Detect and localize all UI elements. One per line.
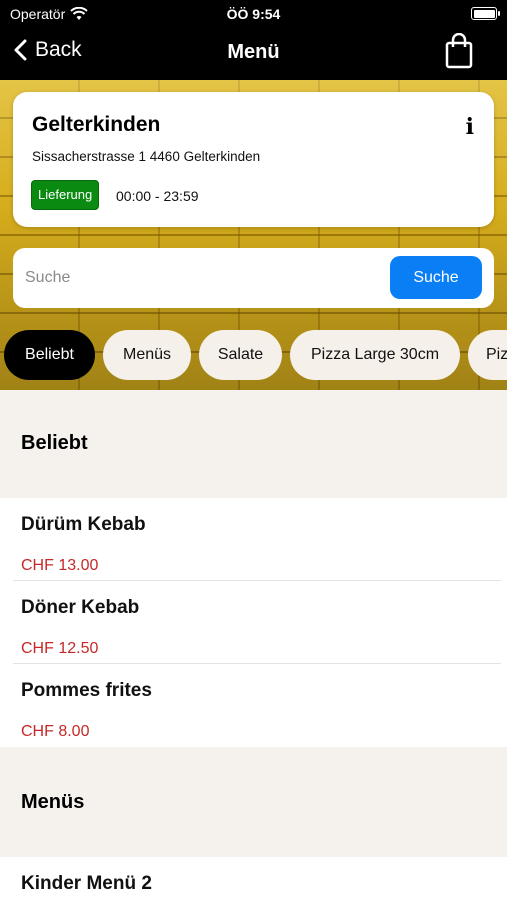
category-tab-beliebt[interactable]: Beliebt	[4, 330, 95, 380]
store-name: Gelterkinden	[32, 113, 161, 136]
category-tab-menus[interactable]: Menüs	[103, 330, 191, 380]
item-name: Pommes frites	[21, 680, 152, 701]
search-bar: Suche	[13, 248, 494, 308]
search-input[interactable]	[25, 260, 385, 296]
menu-item[interactable]: Pommes frites CHF 8.00	[0, 664, 507, 747]
shopping-bag-icon	[445, 32, 473, 69]
item-price: CHF 8.00	[21, 723, 90, 740]
cart-button[interactable]	[445, 32, 473, 74]
category-tab-pizza-large[interactable]: Pizza Large 30cm	[290, 330, 460, 380]
clock: ÖÖ 9:54	[226, 6, 281, 22]
category-tab-pizza[interactable]: Pizza	[468, 330, 507, 380]
opening-hours: 00:00 - 23:59	[116, 188, 199, 204]
status-bar: Operatör ÖÖ 9:54	[0, 0, 507, 28]
item-name: Kinder Menü 2	[21, 873, 152, 894]
top-bar: Operatör ÖÖ 9:54 Back Menü	[0, 0, 507, 80]
store-address: Sissacherstrasse 1 4460 Gelterkinden	[32, 149, 261, 164]
store-card: Gelterkinden i Sissacherstrasse 1 4460 G…	[13, 92, 494, 227]
battery-icon	[471, 7, 500, 20]
section-title: Beliebt	[21, 432, 88, 454]
menu-item[interactable]: Dürüm Kebab CHF 13.00	[0, 498, 507, 581]
category-tabs: Beliebt Menüs Salate Pizza Large 30cm Pi…	[0, 330, 507, 382]
item-name: Dürüm Kebab	[21, 514, 146, 535]
section-header: Beliebt	[0, 390, 507, 498]
section-title: Menüs	[21, 791, 85, 813]
category-tab-salate[interactable]: Salate	[199, 330, 282, 380]
item-price: CHF 12.50	[21, 640, 99, 657]
section-header: Menüs	[0, 747, 507, 857]
page-title: Menü	[227, 41, 280, 63]
menu-item[interactable]: Döner Kebab CHF 12.50	[0, 581, 507, 664]
item-price: CHF 13.00	[21, 557, 99, 574]
item-name: Döner Kebab	[21, 597, 140, 618]
delivery-badge: Lieferung	[31, 180, 100, 210]
info-icon[interactable]: i	[466, 114, 474, 140]
search-button[interactable]: Suche	[390, 256, 482, 299]
menu-item[interactable]: Kinder Menü 2	[0, 857, 507, 900]
